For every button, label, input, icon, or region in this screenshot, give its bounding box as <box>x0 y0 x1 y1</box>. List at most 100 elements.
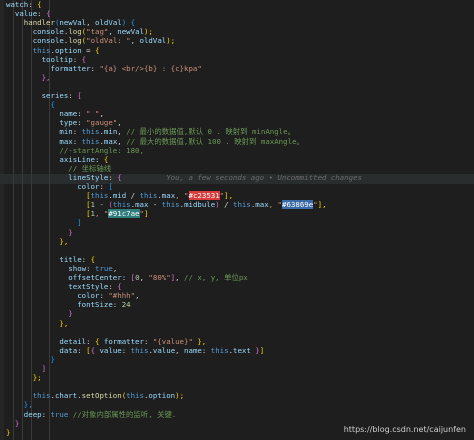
code-token: option <box>54 45 82 55</box>
code-token: , <box>117 118 122 128</box>
code-token: color <box>6 182 100 191</box>
code-token: //-startAngle: 180, <box>6 145 144 155</box>
code-token: , <box>175 345 185 355</box>
code-token: option <box>148 391 176 401</box>
code-line[interactable]: this.chart.setOption(this.option); <box>6 391 184 401</box>
code-line[interactable]: }, <box>6 73 51 83</box>
code-token: / <box>126 191 140 201</box>
code-token: formatter <box>99 336 144 346</box>
code-token: lineStyle <box>6 172 109 182</box>
code-token: log <box>68 27 82 37</box>
code-token: , " <box>175 191 189 201</box>
code-token: data <box>6 345 78 355</box>
code-token: value <box>6 9 38 19</box>
code-token: midbule <box>184 200 216 210</box>
code-token: detail <box>6 336 87 346</box>
code-token: , <box>135 291 140 301</box>
code-token: }, <box>192 336 207 346</box>
code-token: { <box>130 18 136 28</box>
code-token: : <box>77 109 87 119</box>
code-token: true <box>50 409 69 419</box>
code-line[interactable]: }; <box>6 373 42 383</box>
code-token: ); <box>166 36 176 46</box>
editor-gutter <box>0 0 4 440</box>
code-token: this <box>161 200 180 210</box>
code-token: : <box>121 273 131 282</box>
code-token: max <box>103 136 118 146</box>
code-token: tooltip <box>6 54 73 64</box>
code-token: }, <box>6 72 51 82</box>
code-token: } <box>6 427 11 437</box>
code-token: - <box>148 200 162 210</box>
code-token: : <box>201 345 211 355</box>
code-token: }; <box>6 373 42 383</box>
code-token: }, <box>6 236 69 246</box>
code-token: / <box>219 200 234 210</box>
code-token: } <box>250 345 260 355</box>
code-token: ); <box>143 27 153 37</box>
code-token: 1 - <box>90 200 109 210</box>
code-line[interactable]: deep: true //对象内部属性的监听, 关键. <box>6 409 177 420</box>
code-token: , " <box>95 209 109 219</box>
code-token: chart <box>54 391 78 401</box>
code-token: title <box>6 254 82 264</box>
code-token: // x, y, 单位px <box>184 273 248 282</box>
code-token: this <box>6 45 51 55</box>
code-token: watch <box>6 0 29 9</box>
code-token: text <box>233 345 251 355</box>
code-token: { <box>95 45 100 55</box>
code-token: oldVal <box>95 18 122 28</box>
code-token: , <box>117 136 127 146</box>
code-token: type <box>6 118 78 128</box>
code-token: name <box>184 345 202 355</box>
code-token: } <box>6 418 20 428</box>
code-token: [ <box>108 182 113 191</box>
code-token: : <box>86 263 95 273</box>
code-token: ], <box>224 191 234 201</box>
code-token: : <box>121 345 131 355</box>
code-token: // 坐标轴线 <box>6 163 112 173</box>
code-token: , <box>175 273 185 282</box>
code-token: this <box>130 345 149 355</box>
code-token: 24 <box>121 300 131 310</box>
code-token: newVal <box>59 18 87 28</box>
code-token: ) <box>121 18 131 28</box>
code-token: ] <box>6 218 82 228</box>
code-line[interactable]: }, <box>6 237 68 247</box>
code-token: textStyle <box>6 282 109 292</box>
code-token: handler <box>6 18 55 28</box>
code-token: "oldVal: " <box>86 36 131 46</box>
code-token: ] <box>259 345 265 355</box>
code-line[interactable]: } <box>6 428 10 438</box>
code-token: : <box>81 254 91 264</box>
code-token: , <box>99 109 104 119</box>
code-token: this <box>126 391 144 401</box>
code-token: mid <box>112 191 127 201</box>
code-token: [ <box>6 209 91 219</box>
code-token: [ <box>6 200 91 210</box>
code-token: "{value}" <box>152 336 193 346</box>
code-editor[interactable]: watch: { value: { handler(newVal, oldVal… <box>0 0 474 440</box>
code-token: : <box>72 136 82 146</box>
code-token: this <box>90 191 109 201</box>
code-token: : <box>95 154 104 164</box>
code-token: { <box>37 0 42 9</box>
code-token: : <box>72 127 82 137</box>
watermark-url: https://blog.csdn.net/caijunfen <box>343 425 466 434</box>
code-token: #c23531 <box>188 191 220 201</box>
code-token: offsetCenter <box>6 273 122 282</box>
code-token: { <box>90 254 96 264</box>
code-token: : <box>37 9 47 19</box>
code-token: ); <box>175 391 185 401</box>
code-line[interactable]: }, <box>6 319 68 329</box>
code-token: { <box>103 154 109 164</box>
code-token: : <box>68 91 78 100</box>
code-token: : <box>108 172 118 182</box>
code-token: : <box>28 0 38 9</box>
code-token: #63869e <box>282 200 314 210</box>
code-token: : <box>112 300 122 310</box>
code-token: , <box>86 18 96 28</box>
code-token: , newVal <box>108 27 144 37</box>
code-token: axisLine <box>6 154 95 164</box>
code-token: { <box>117 282 122 292</box>
